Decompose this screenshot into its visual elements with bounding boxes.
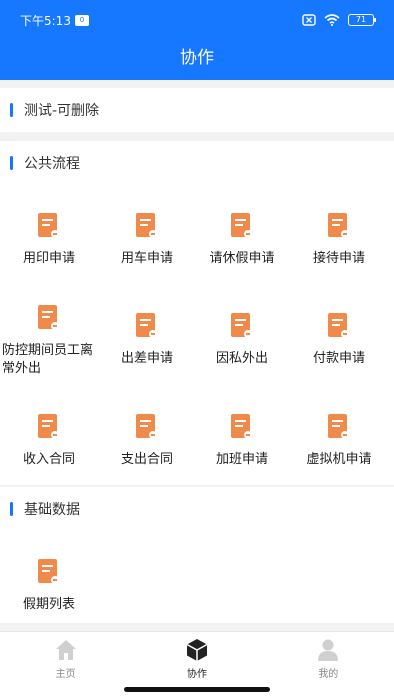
grid-item-label: 假期列表 (22, 597, 75, 612)
page-title: 协作 (180, 48, 214, 68)
grid-item-expense-contract[interactable]: 支出合同 (98, 413, 196, 469)
grid-item-label: 虚拟机申请 (306, 452, 372, 467)
grid-item-overtime-request[interactable]: 加班申请 (193, 413, 291, 469)
section-public: 公共流程 用印申请 用车申请 请休假申请 接待申请 防控期间员工离常外出 出差申… (0, 141, 394, 485)
document-icon (136, 213, 157, 238)
grid-item-label: 出差申请 (120, 351, 173, 366)
tab-label: 主页 (55, 669, 76, 680)
document-icon (38, 213, 59, 238)
status-time: 下午5:13 (20, 13, 71, 28)
section-basic-title: 基础数据 (24, 502, 80, 518)
section-marker (10, 156, 13, 170)
home-icon (55, 640, 76, 660)
document-icon (231, 414, 252, 439)
document-icon (328, 414, 349, 439)
tab-mine[interactable]: 我的 (263, 632, 394, 700)
wifi-icon (324, 14, 340, 26)
grid-item-label: 加班申请 (215, 452, 268, 467)
section-marker (10, 103, 13, 117)
section-public-title: 公共流程 (24, 156, 80, 172)
section-public-header: 公共流程 (0, 141, 394, 185)
grid-item-business-trip[interactable]: 出差申请 (98, 312, 196, 368)
section-test-title: 测试-可删除 (24, 103, 100, 119)
grid-item-label: 用印申请 (22, 251, 75, 266)
tab-label: 我的 (318, 669, 339, 680)
notification-badge-icon: 0 (74, 14, 89, 26)
grid-item-label: 接待申请 (312, 251, 365, 266)
grid-item-reception-request[interactable]: 接待申请 (290, 212, 388, 268)
document-icon (328, 213, 349, 238)
grid-item-label: 支出合同 (120, 452, 173, 467)
grid-item-holiday-list[interactable]: 假期列表 (0, 558, 98, 614)
document-icon (231, 213, 252, 238)
grid-item-label: 付款申请 (312, 351, 365, 366)
document-icon (38, 414, 59, 439)
document-icon (231, 313, 252, 338)
grid-item-epidemic-outing[interactable]: 防控期间员工离常外出 (0, 304, 98, 378)
section-marker (10, 502, 13, 516)
grid-item-income-contract[interactable]: 收入合同 (0, 413, 98, 469)
grid-item-label: 防控期间员工离常外出 (2, 343, 94, 376)
grid-item-payment-request[interactable]: 付款申请 (290, 312, 388, 368)
grid-item-leave-request[interactable]: 请休假申请 (193, 212, 291, 268)
user-icon (318, 639, 339, 661)
grid-item-label: 收入合同 (22, 452, 75, 467)
tab-home[interactable]: 主页 (0, 632, 131, 700)
document-icon (328, 313, 349, 338)
grid-item-seal-request[interactable]: 用印申请 (0, 212, 98, 268)
document-icon (38, 305, 59, 330)
grid-item-label: 用车申请 (120, 251, 173, 266)
grid-item-vm-request[interactable]: 虚拟机申请 (290, 413, 388, 469)
document-icon (136, 414, 157, 439)
battery-icon: 71 (348, 14, 376, 26)
grid-item-private-outing[interactable]: 因私外出 (193, 312, 291, 368)
grid-item-label: 因私外出 (215, 351, 268, 366)
home-indicator[interactable] (124, 687, 270, 692)
cube-icon (186, 639, 208, 661)
status-bar: 下午5:13 0 71 (0, 0, 394, 40)
section-test-header[interactable]: 测试-可删除 (0, 88, 394, 132)
section-test: 测试-可删除 (0, 88, 394, 132)
grid-item-car-request[interactable]: 用车申请 (98, 212, 196, 268)
section-basic-header: 基础数据 (0, 487, 394, 531)
grid-item-label: 请休假申请 (209, 251, 275, 266)
top-bar: 下午5:13 0 71 协作 (0, 0, 394, 80)
tab-label: 协作 (186, 669, 207, 680)
section-basic: 基础数据 假期列表 (0, 487, 394, 623)
document-icon (136, 313, 157, 338)
document-icon (38, 559, 59, 584)
sim-off-icon (302, 14, 316, 26)
